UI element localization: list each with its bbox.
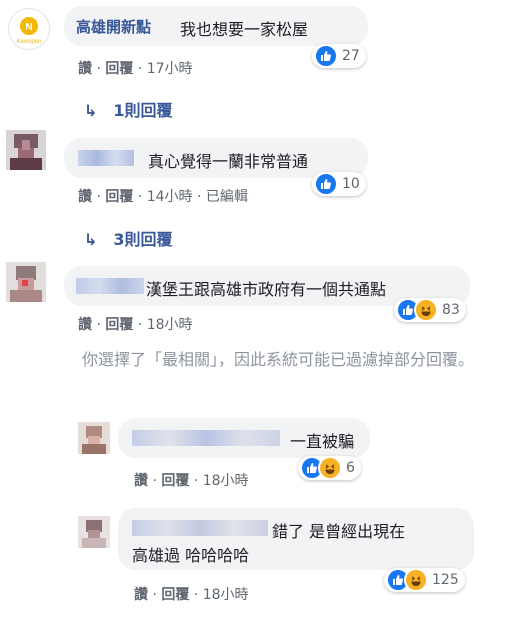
reaction-count: 125 xyxy=(432,572,459,588)
pixelated-avatar xyxy=(6,262,46,302)
separator: · xyxy=(96,61,101,77)
reply-link[interactable]: 回覆 xyxy=(105,61,133,77)
reaction-summary[interactable]: 27 xyxy=(312,44,366,68)
blurred-author-name[interactable] xyxy=(76,278,144,294)
reaction-summary[interactable]: 6 xyxy=(298,456,361,480)
view-replies-link[interactable]: ↳ 3則回覆 xyxy=(84,226,173,250)
timestamp[interactable]: 18小時 xyxy=(203,587,249,603)
separator: · xyxy=(137,189,143,205)
reply-arrow-icon: ↳ xyxy=(84,230,98,249)
reply-link[interactable]: 回覆 xyxy=(161,473,189,489)
separator: · xyxy=(137,61,143,77)
page-avatar-logo[interactable]: N Kewspen xyxy=(8,8,50,50)
edited-label[interactable]: 已編輯 xyxy=(206,189,248,205)
comment-text: 漢堡王跟高雄市政府有一個共通點 xyxy=(146,280,387,299)
like-link[interactable]: 讚 xyxy=(134,473,148,489)
avatar[interactable] xyxy=(78,422,110,454)
reply-arrow-icon: ↳ xyxy=(84,101,98,120)
separator: · xyxy=(197,189,202,205)
reaction-summary[interactable]: 125 xyxy=(384,568,465,592)
pixelated-avatar xyxy=(78,422,110,454)
blurred-author-name[interactable] xyxy=(132,520,268,536)
blurred-author-name[interactable] xyxy=(132,430,280,446)
like-link[interactable]: 讚 xyxy=(78,317,92,333)
separator: · xyxy=(193,473,199,489)
comment-bubble: 高雄開新點 我也想要一家松屋 xyxy=(64,6,368,46)
comment-actions: 讚 · 回覆 · 17小時 xyxy=(78,58,193,78)
reply-bubble: 錯了 是曾經出現在 高雄過 哈哈哈哈 xyxy=(118,508,474,570)
like-reaction-icon xyxy=(314,172,338,196)
pixelated-avatar xyxy=(6,130,46,170)
haha-reaction-icon xyxy=(318,456,342,480)
timestamp[interactable]: 14小時 xyxy=(147,189,193,205)
svg-text:N: N xyxy=(25,22,32,33)
like-link[interactable]: 讚 xyxy=(134,587,148,603)
reaction-summary[interactable]: 10 xyxy=(312,172,366,196)
reply-text: 一直被騙 xyxy=(290,432,355,451)
reply-text-line1: 錯了 是曾經出現在 xyxy=(272,522,406,541)
like-link[interactable]: 讚 xyxy=(78,61,92,77)
blurred-author-name[interactable] xyxy=(78,150,134,166)
timestamp[interactable]: 17小時 xyxy=(147,61,193,77)
comment-author[interactable]: 高雄開新點 xyxy=(76,16,151,37)
haha-reaction-icon xyxy=(414,298,438,322)
comment-text: 真心覺得一蘭非常普通 xyxy=(148,152,309,171)
separator: · xyxy=(137,317,143,333)
reply-bubble: 一直被騙 xyxy=(118,418,370,458)
newspen-logo-icon: N Kewspen xyxy=(17,17,42,45)
logo-wordmark: Kewspen xyxy=(17,39,42,45)
comment-actions: 讚 · 回覆 · 14小時 · 已編輯 xyxy=(78,186,248,206)
separator: · xyxy=(96,189,101,205)
timestamp[interactable]: 18小時 xyxy=(147,317,193,333)
reply-actions: 讚 · 回覆 · 18小時 xyxy=(134,584,249,604)
filter-note: 你選擇了「最相關」，因此系統可能已過濾掉部分回覆。 xyxy=(82,350,475,369)
haha-reaction-icon xyxy=(404,568,428,592)
reaction-count: 6 xyxy=(346,460,355,476)
avatar[interactable] xyxy=(6,262,46,302)
pixelated-avatar xyxy=(78,516,110,548)
avatar[interactable] xyxy=(6,130,46,170)
comment-actions: 讚 · 回覆 · 18小時 xyxy=(78,314,193,334)
view-replies-label: 3則回覆 xyxy=(113,230,173,249)
comment-text: 我也想要一家松屋 xyxy=(180,20,309,39)
view-replies-label: 1則回覆 xyxy=(113,101,173,120)
like-link[interactable]: 讚 xyxy=(78,189,92,205)
reply-link[interactable]: 回覆 xyxy=(161,587,189,603)
avatar[interactable] xyxy=(78,516,110,548)
separator: · xyxy=(152,473,157,489)
like-reaction-icon xyxy=(314,44,338,68)
reply-text-line2: 高雄過 哈哈哈哈 xyxy=(132,546,250,565)
reaction-count: 83 xyxy=(442,302,460,318)
reply-link[interactable]: 回覆 xyxy=(105,317,133,333)
separator: · xyxy=(96,317,101,333)
separator: · xyxy=(193,587,199,603)
view-replies-link[interactable]: ↳ 1則回覆 xyxy=(84,97,173,121)
reaction-count: 10 xyxy=(342,176,360,192)
reply-link[interactable]: 回覆 xyxy=(105,189,133,205)
timestamp[interactable]: 18小時 xyxy=(203,473,249,489)
separator: · xyxy=(152,587,157,603)
reaction-summary[interactable]: 83 xyxy=(394,298,466,322)
reply-actions: 讚 · 回覆 · 18小時 xyxy=(134,470,249,490)
reaction-count: 27 xyxy=(342,48,360,64)
